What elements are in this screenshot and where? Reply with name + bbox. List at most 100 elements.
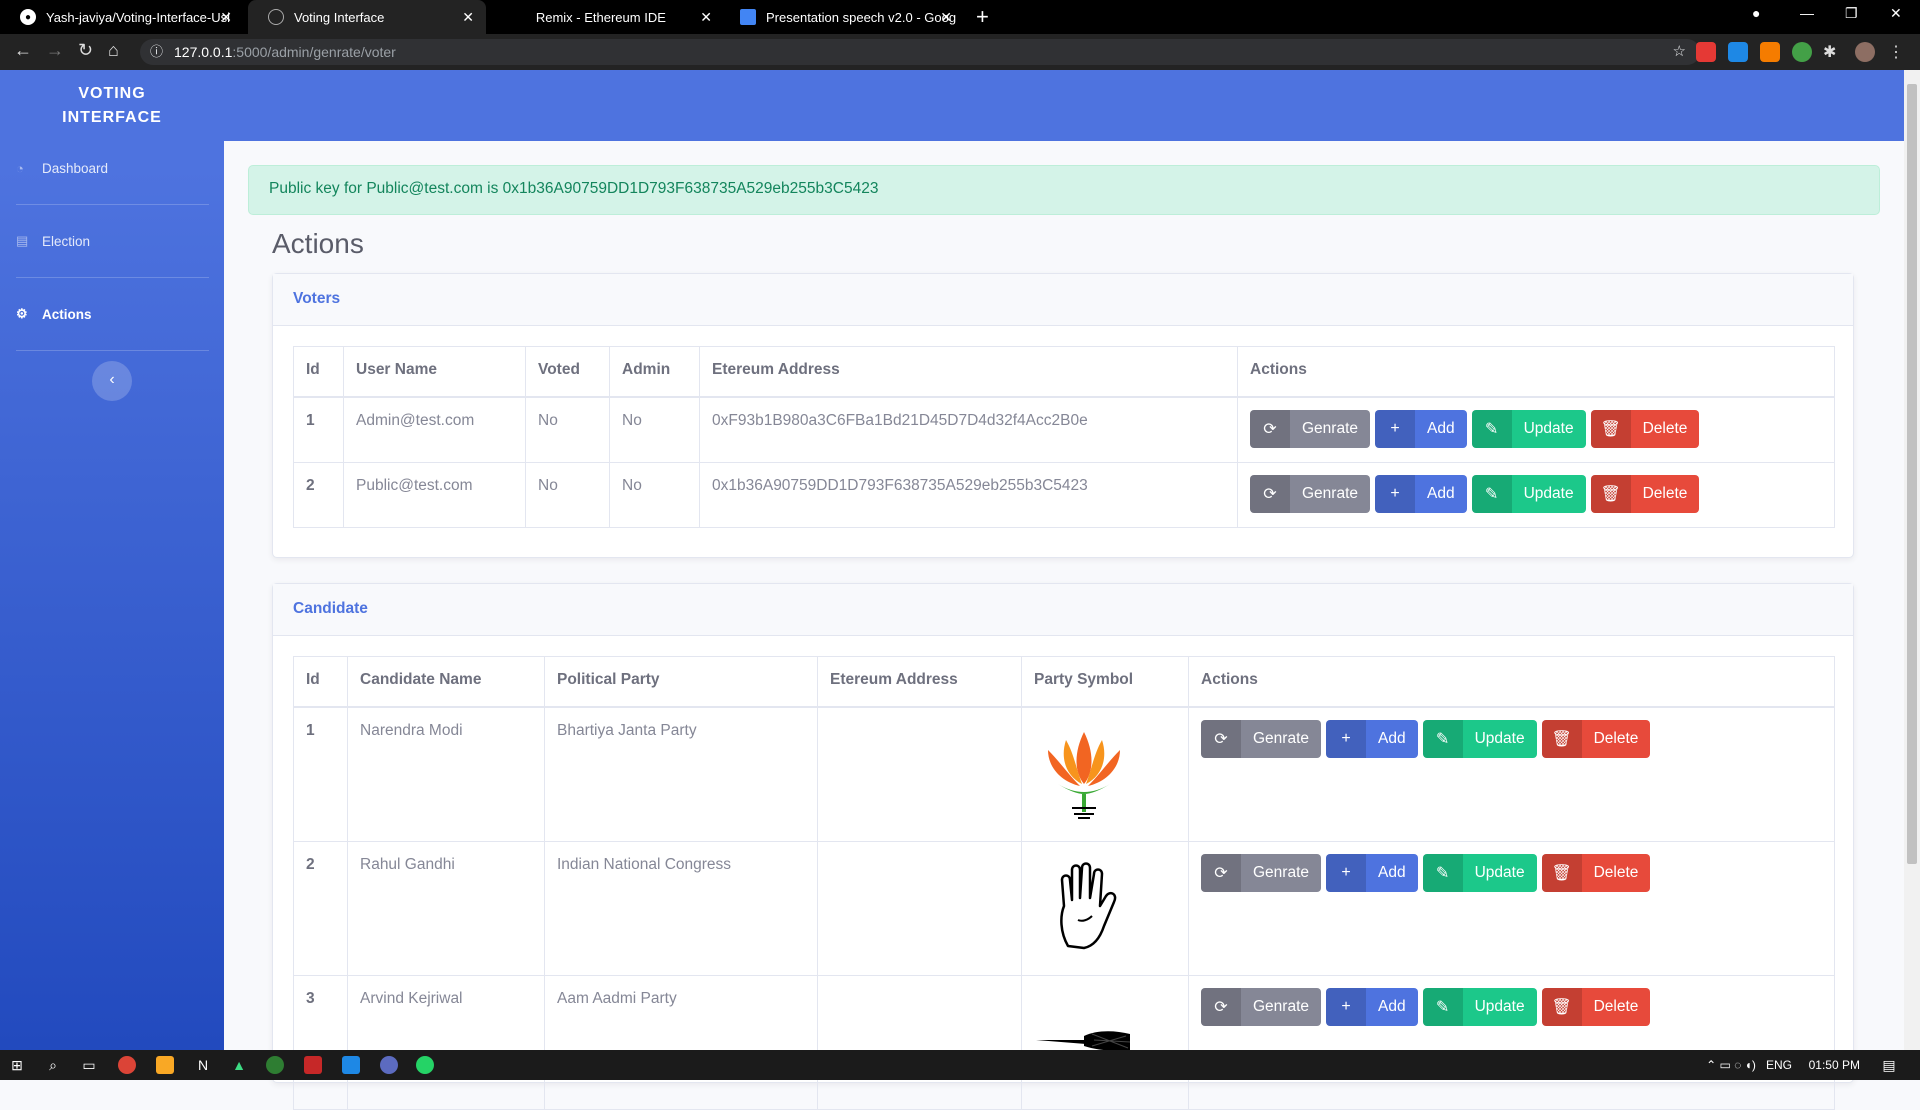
puzzle-icon[interactable]: ✱ (1823, 42, 1843, 62)
delete-button[interactable]: 🗑 Delete (1590, 409, 1700, 448)
sidebar-toggle-button[interactable]: ‹ (92, 361, 132, 401)
upwork-icon[interactable] (266, 1056, 284, 1074)
candidate-id: 1 (293, 706, 348, 842)
candidate-name: Arvind Kejriwal (347, 974, 545, 1110)
refresh-icon: ⟳ (1250, 474, 1290, 513)
update-button[interactable]: ✎ Update (1471, 474, 1586, 513)
voter-username: Public@test.com (343, 461, 526, 528)
candidate-name: Narendra Modi (347, 706, 545, 842)
app-icon[interactable] (380, 1056, 398, 1074)
scrollbar-thumb[interactable] (1907, 84, 1917, 864)
browser-tab-remix[interactable]: Remix - Ethereum IDE ✕ (490, 0, 724, 34)
bookmark-star-icon[interactable]: ☆ (1673, 39, 1686, 65)
genrate-button[interactable]: ⟳ Genrate (1201, 853, 1322, 892)
plus-icon: + (1375, 409, 1416, 448)
trash-icon: 🗑 (1541, 853, 1582, 892)
delete-button[interactable]: 🗑 Delete (1590, 474, 1700, 513)
voter-actions: ⟳ Genrate + Add ✎ Update 🗑 Delete (1237, 396, 1835, 463)
column-header: Voted (525, 346, 610, 398)
close-tab-icon[interactable]: ✕ (940, 9, 952, 26)
close-tab-icon[interactable]: ✕ (462, 9, 474, 26)
add-button[interactable]: + Add (1326, 719, 1418, 758)
sidebar-item-dashboard[interactable]: ◔ Dashboard (16, 132, 209, 205)
browser-tab-docs[interactable]: Presentation speech v2.0 - Goog ✕ (720, 0, 964, 34)
candidate-actions: ⟳ Genrate + Add ✎ Update 🗑 Delete (1188, 706, 1835, 842)
language-indicator[interactable]: ENG (1766, 1058, 1792, 1072)
browser-tab-github[interactable]: ● Yash-javiya/Voting-Interface-Usi ✕ (0, 0, 244, 34)
refresh-icon: ⟳ (1250, 409, 1290, 448)
candidate-address (817, 974, 1022, 1110)
adblock-icon[interactable] (1696, 42, 1716, 62)
voters-card: Voters Id User Name Voted Admin Etereum … (272, 273, 1854, 558)
genrate-button[interactable]: ⟳ Genrate (1250, 474, 1371, 513)
add-button[interactable]: + Add (1326, 987, 1418, 1026)
table-row: 1 Admin@test.com No No 0xF93b1B980a3C6FB… (293, 396, 1835, 463)
restore-icon[interactable]: ❐ (1845, 5, 1858, 22)
reload-icon[interactable]: ↻ (78, 40, 93, 61)
delete-button[interactable]: 🗑 Delete (1541, 719, 1651, 758)
clock[interactable]: 01:50 PM (1809, 1058, 1860, 1072)
update-button[interactable]: ✎ Update (1471, 409, 1586, 448)
pencil-icon: ✎ (1422, 719, 1463, 758)
whatsapp-icon[interactable] (416, 1056, 434, 1074)
close-tab-icon[interactable]: ✕ (220, 9, 232, 26)
add-button[interactable]: + Add (1375, 409, 1467, 448)
close-window-icon[interactable]: ✕ (1890, 5, 1902, 22)
column-header: Id (293, 656, 348, 708)
close-tab-icon[interactable]: ✕ (700, 9, 712, 26)
plus-icon: + (1326, 853, 1367, 892)
search-icon[interactable]: ⌕ (44, 1056, 62, 1074)
chrome-icon[interactable] (118, 1056, 136, 1074)
add-button[interactable]: + Add (1375, 474, 1467, 513)
election-icon: ▤ (16, 233, 29, 248)
app-icon[interactable] (304, 1056, 322, 1074)
scrollbar[interactable] (1904, 70, 1920, 1050)
avatar[interactable] (1855, 42, 1875, 62)
genrate-button[interactable]: ⟳ Genrate (1250, 409, 1371, 448)
os-taskbar: ⊞ ⌕ ▭ N ▲ ⌃ ▭ ◌ ◖) ENG 01:50 PM ▤ (0, 1050, 1920, 1080)
party-symbol (1021, 840, 1189, 976)
minimize-icon[interactable]: — (1800, 5, 1814, 21)
extension-icon[interactable] (1728, 42, 1748, 62)
sidebar-item-actions[interactable]: ⚙ Actions (16, 278, 209, 351)
extension-icon[interactable] (1792, 42, 1812, 62)
home-icon[interactable]: ⌂ (108, 40, 119, 61)
delete-button[interactable]: 🗑 Delete (1541, 853, 1651, 892)
add-button[interactable]: + Add (1326, 853, 1418, 892)
task-view-icon[interactable]: ▭ (80, 1056, 98, 1074)
genrate-button[interactable]: ⟳ Genrate (1201, 719, 1322, 758)
forward-icon[interactable]: → (46, 40, 64, 61)
voter-address: 0x1b36A90759DD1D793F638735A529eb255b3C54… (699, 461, 1238, 528)
notion-icon[interactable]: N (194, 1056, 212, 1074)
android-studio-icon[interactable]: ▲ (230, 1056, 248, 1074)
table-row: 2 Rahul Gandhi Indian National Congress … (293, 840, 1835, 976)
url-input[interactable]: ⓘ 127.0.0.1:5000/admin/genrate/voter ☆ (140, 39, 1700, 65)
column-header: Etereum Address (699, 346, 1238, 398)
candidate-name: Rahul Gandhi (347, 840, 545, 976)
update-button[interactable]: ✎ Update (1422, 853, 1537, 892)
sidebar-item-election[interactable]: ▤ Election (16, 205, 209, 278)
brand[interactable]: VOTING INTERFACE (0, 82, 224, 130)
voter-admin: No (609, 461, 700, 528)
system-tray: ⌃ ▭ ◌ ◖) ENG 01:50 PM (1706, 1058, 1860, 1072)
delete-button[interactable]: 🗑 Delete (1541, 987, 1651, 1026)
metamask-icon[interactable] (1760, 42, 1780, 62)
success-alert: Public key for Public@test.com is 0x1b36… (248, 165, 1880, 215)
genrate-button[interactable]: ⟳ Genrate (1201, 987, 1322, 1026)
chevron-left-icon: ‹ (109, 371, 115, 388)
pencil-icon: ✎ (1422, 853, 1463, 892)
column-header: Actions (1237, 346, 1835, 398)
notification-icon[interactable]: ▤ (1880, 1056, 1898, 1074)
kebab-menu-icon[interactable]: ⋮ (1888, 42, 1908, 62)
windows-start-icon[interactable]: ⊞ (8, 1056, 26, 1074)
site-info-icon[interactable]: ⓘ (150, 39, 163, 65)
vscode-icon[interactable] (342, 1056, 360, 1074)
file-explorer-icon[interactable] (156, 1056, 174, 1074)
update-button[interactable]: ✎ Update (1422, 987, 1537, 1026)
profile-menu-icon[interactable]: ● (1752, 5, 1760, 21)
browser-tab-voting[interactable]: Voting Interface ✕ (248, 0, 486, 34)
new-tab-icon[interactable]: + (976, 4, 989, 30)
update-button[interactable]: ✎ Update (1422, 719, 1537, 758)
back-icon[interactable]: ← (14, 40, 32, 61)
tray-icons[interactable]: ⌃ ▭ ◌ ◖) (1706, 1058, 1762, 1072)
